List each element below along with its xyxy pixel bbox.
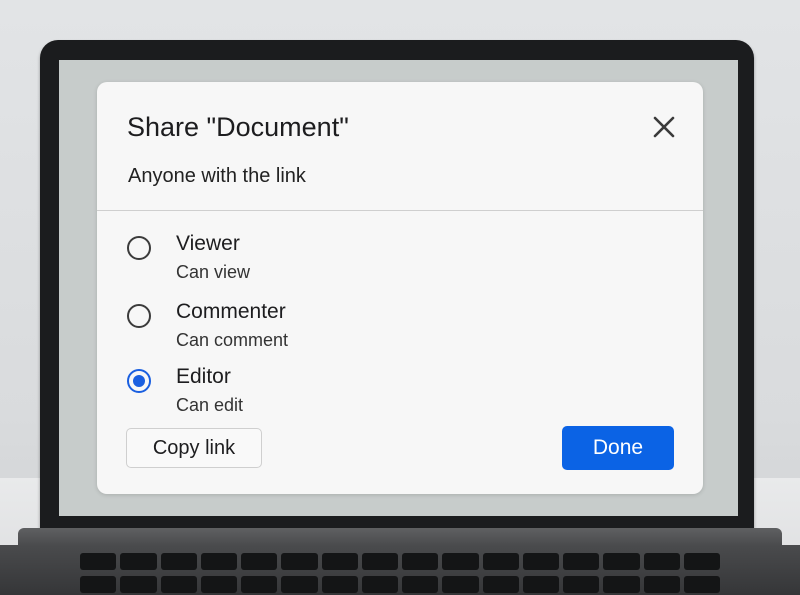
editor-radio[interactable]	[127, 369, 151, 393]
keyboard-key	[442, 553, 479, 570]
keyboard	[80, 553, 720, 595]
option-description: Can comment	[176, 330, 289, 350]
keyboard-key	[160, 553, 197, 570]
option-editor[interactable]: Editor Can edit	[127, 365, 427, 421]
keyboard-key	[241, 553, 278, 570]
keyboard-key	[683, 576, 720, 593]
option-label: Commenter	[176, 300, 286, 323]
keyboard-key	[522, 553, 559, 570]
option-label: Editor	[176, 365, 231, 388]
keyboard-key	[80, 553, 117, 570]
keyboard-key	[563, 553, 600, 570]
share-dialog: Share "Document" Anyone with the link Vi…	[97, 82, 703, 494]
keyboard-key	[522, 576, 559, 593]
keyboard-key	[281, 553, 318, 570]
keyboard-key	[603, 576, 640, 593]
keyboard-key	[643, 553, 680, 570]
commenter-radio[interactable]	[127, 304, 151, 328]
keyboard-key	[482, 553, 519, 570]
keyboard-key	[603, 553, 640, 570]
keyboard-key	[120, 576, 157, 593]
keyboard-key	[281, 576, 318, 593]
option-description: Can view	[176, 262, 251, 282]
keyboard-key	[361, 553, 398, 570]
keyboard-key	[321, 576, 358, 593]
keyboard-key	[563, 576, 600, 593]
done-button[interactable]: Done	[562, 426, 674, 470]
keyboard-key	[482, 576, 519, 593]
divider	[97, 210, 703, 211]
keyboard-key	[80, 576, 117, 593]
keyboard-key	[241, 576, 278, 593]
dialog-title: Share "Document"	[127, 112, 349, 142]
keyboard-key	[321, 553, 358, 570]
keyboard-key	[683, 553, 720, 570]
option-label: Viewer	[176, 232, 240, 255]
keyboard-key	[120, 553, 157, 570]
keyboard-key	[402, 576, 439, 593]
close-button[interactable]	[650, 113, 678, 141]
keyboard-key	[160, 576, 197, 593]
keyboard-key	[442, 576, 479, 593]
keyboard-key	[200, 576, 237, 593]
copy-link-button[interactable]: Copy link	[126, 428, 262, 468]
keyboard-key	[200, 553, 237, 570]
option-commenter[interactable]: Commenter Can comment	[127, 300, 427, 356]
link-access-label: Anyone with the link	[128, 165, 306, 187]
close-icon	[653, 116, 675, 138]
viewer-radio[interactable]	[127, 236, 151, 260]
option-viewer[interactable]: Viewer Can view	[127, 232, 427, 288]
option-description: Can edit	[176, 395, 244, 415]
keyboard-key	[643, 576, 680, 593]
keyboard-key	[402, 553, 439, 570]
radio-selected-dot	[133, 375, 145, 387]
keyboard-key	[361, 576, 398, 593]
